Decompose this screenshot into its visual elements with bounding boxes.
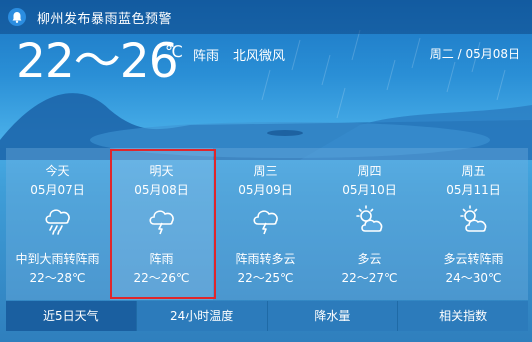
alert-bar[interactable]: 柳州发布暴雨蓝色预警 [0,0,532,34]
current-condition: 阵雨 [193,49,220,64]
day-temperature: 22～28℃ [29,271,86,285]
forecast-panel: 今天 05月07日 中到大雨转阵雨 22～28℃ 明天 05月08日 阵雨 22… [6,148,528,300]
day-name: 周五 [461,164,486,178]
day-condition: 多云 [357,252,382,266]
current-date: 周二 / 05月08日 [429,47,520,61]
weather-widget: 柳州发布暴雨蓝色预警 22～26 ℃ 阵雨 北风微风 周二 / 05月08日 今… [0,0,532,342]
tab-5day-weather[interactable]: 近5日天气 [6,301,137,331]
day-date: 05月10日 [342,183,397,197]
temperature-unit: ℃ [165,42,183,61]
tab-related-index[interactable]: 相关指数 [398,301,528,331]
tab-precipitation[interactable]: 降水量 [267,301,399,331]
partly-cloudy-icon [356,205,383,232]
day-name: 周三 [253,164,278,178]
day-name: 今天 [45,164,70,178]
partly-cloudy-icon [460,205,487,232]
current-wind: 北风微风 [233,49,286,64]
day-date: 05月07日 [30,183,85,197]
alert-text[interactable]: 柳州发布暴雨蓝色预警 [37,8,172,27]
tab-24h-temperature[interactable]: 24小时温度 [136,301,268,331]
forecast-day[interactable]: 今天 05月07日 中到大雨转阵雨 22～28℃ [6,148,109,300]
tab-bar: 近5日天气 24小时温度 降水量 相关指数 [6,301,528,331]
day-condition: 多云转阵雨 [443,252,504,266]
heavy-rain-icon [45,209,70,235]
current-temperature: 22～26 [16,34,179,89]
day-temperature: 24～30℃ [445,271,502,285]
forecast-day[interactable]: 周三 05月09日 阵雨转多云 22～25℃ [214,148,317,300]
day-date: 05月09日 [238,183,293,197]
thunder-shower-icon [253,210,278,235]
day-date: 05月11日 [446,183,501,197]
day-condition: 中到大雨转阵雨 [15,252,100,266]
bell-icon [8,8,26,26]
selected-day-highlight [110,149,216,299]
forecast-day[interactable]: 周五 05月11日 多云转阵雨 24～30℃ [422,148,525,300]
day-temperature: 22～25℃ [237,271,294,285]
day-condition: 阵雨转多云 [235,252,296,266]
day-temperature: 22～27℃ [341,271,398,285]
day-name: 周四 [357,164,382,178]
forecast-day[interactable]: 周四 05月10日 多云 22～27℃ [318,148,421,300]
